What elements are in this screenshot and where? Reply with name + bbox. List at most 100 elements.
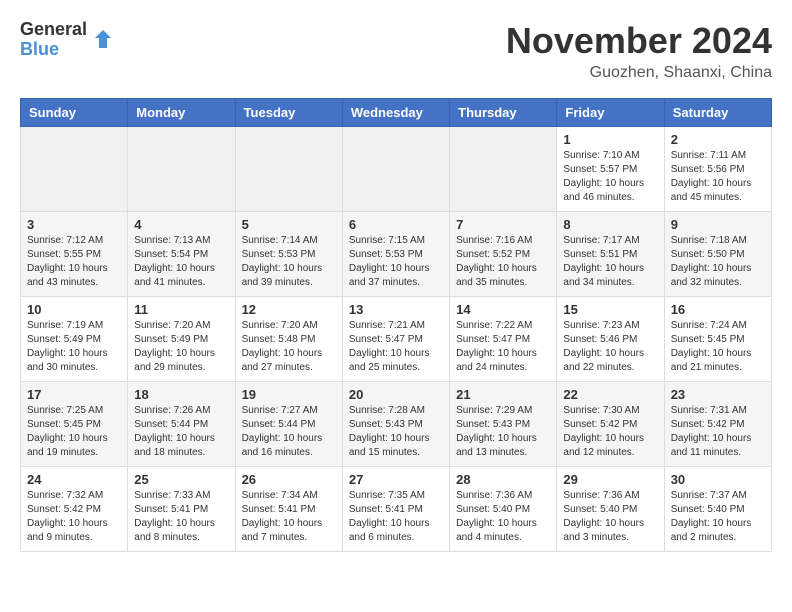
logo-blue-text: Blue: [20, 40, 87, 60]
location-text: Guozhen, Shaanxi, China: [506, 64, 772, 82]
calendar-cell: [450, 127, 557, 212]
calendar-cell: 4Sunrise: 7:13 AM Sunset: 5:54 PM Daylig…: [128, 212, 235, 297]
calendar-cell: 28 Sunrise: 7:36 AM Sunset: 5:40 PM Dayli…: [450, 467, 557, 552]
day-info: Sunrise: 7:10 AM Sunset: 5:57 PM Dayligh…: [563, 149, 657, 205]
day-info: Sunrise: 7:32 AM Sunset: 5:42 PM Dayligh…: [27, 489, 121, 545]
day-info: Sunrise: 7:21 AM Sunset: 5:47 PM Dayligh…: [349, 319, 443, 375]
calendar-cell: 22 Sunrise: 7:30 AM Sunset: 5:42 PM Dayli…: [557, 382, 664, 467]
calendar-cell: 13 Sunrise: 7:21 AM Sunset: 5:47 PM Dayli…: [342, 297, 449, 382]
day-info: Sunrise: 7:36 AM Sunset: 5:40 PM Dayligh…: [563, 489, 657, 545]
day-info: Sunrise: 7:17 AM Sunset: 5:51 PM Dayligh…: [563, 234, 657, 290]
weekday-header-row: SundayMondayTuesdayWednesdayThursdayFrid…: [21, 99, 772, 127]
calendar-cell: 10Sunrise: 7:19 AM Sunset: 5:49 PM Dayli…: [21, 297, 128, 382]
day-number: 25: [134, 472, 228, 487]
day-number: 2: [671, 132, 765, 147]
calendar-cell: 25 Sunrise: 7:33 AM Sunset: 5:41 PM Dayli…: [128, 467, 235, 552]
calendar-cell: 29 Sunrise: 7:36 AM Sunset: 5:40 PM Dayli…: [557, 467, 664, 552]
calendar-table: SundayMondayTuesdayWednesdayThursdayFrid…: [20, 98, 772, 552]
day-info: Sunrise: 7:26 AM Sunset: 5:44 PM Dayligh…: [134, 404, 228, 460]
day-info: Sunrise: 7:20 AM Sunset: 5:48 PM Dayligh…: [242, 319, 336, 375]
day-number: 11: [134, 302, 228, 317]
logo-general-text: General: [20, 20, 87, 40]
day-info: Sunrise: 7:34 AM Sunset: 5:41 PM Dayligh…: [242, 489, 336, 545]
logo-icon: [91, 28, 115, 52]
calendar-cell: [235, 127, 342, 212]
day-number: 5: [242, 217, 336, 232]
day-info: Sunrise: 7:33 AM Sunset: 5:41 PM Dayligh…: [134, 489, 228, 545]
calendar-cell: 6Sunrise: 7:15 AM Sunset: 5:53 PM Daylig…: [342, 212, 449, 297]
day-number: 9: [671, 217, 765, 232]
calendar-cell: 19Sunrise: 7:27 AM Sunset: 5:44 PM Dayli…: [235, 382, 342, 467]
day-number: 21: [456, 387, 550, 402]
day-number: 6: [349, 217, 443, 232]
weekday-header-thursday: Thursday: [450, 99, 557, 127]
day-number: 8: [563, 217, 657, 232]
day-number: 26: [242, 472, 336, 487]
calendar-cell: 17 Sunrise: 7:25 AM Sunset: 5:45 PM Dayli…: [21, 382, 128, 467]
calendar-cell: [342, 127, 449, 212]
day-number: 1: [563, 132, 657, 147]
day-info: Sunrise: 7:28 AM Sunset: 5:43 PM Dayligh…: [349, 404, 443, 460]
day-info: Sunrise: 7:31 AM Sunset: 5:42 PM Dayligh…: [671, 404, 765, 460]
calendar-cell: 8 Sunrise: 7:17 AM Sunset: 5:51 PM Daylig…: [557, 212, 664, 297]
day-number: 28: [456, 472, 550, 487]
calendar-cell: 5 Sunrise: 7:14 AM Sunset: 5:53 PM Daylig…: [235, 212, 342, 297]
weekday-header-sunday: Sunday: [21, 99, 128, 127]
weekday-header-monday: Monday: [128, 99, 235, 127]
day-number: 30: [671, 472, 765, 487]
calendar-cell: [21, 127, 128, 212]
calendar-cell: 3 Sunrise: 7:12 AM Sunset: 5:55 PM Daylig…: [21, 212, 128, 297]
day-info: Sunrise: 7:36 AM Sunset: 5:40 PM Dayligh…: [456, 489, 550, 545]
day-info: Sunrise: 7:14 AM Sunset: 5:53 PM Dayligh…: [242, 234, 336, 290]
day-number: 10: [27, 302, 121, 317]
calendar-cell: 2Sunrise: 7:11 AM Sunset: 5:56 PM Daylig…: [664, 127, 771, 212]
day-number: 17: [27, 387, 121, 402]
title-area: November 2024 Guozhen, Shaanxi, China: [506, 20, 772, 82]
calendar-cell: 27 Sunrise: 7:35 AM Sunset: 5:41 PM Dayli…: [342, 467, 449, 552]
day-info: Sunrise: 7:27 AM Sunset: 5:44 PM Dayligh…: [242, 404, 336, 460]
day-info: Sunrise: 7:24 AM Sunset: 5:45 PM Dayligh…: [671, 319, 765, 375]
calendar-cell: 16 Sunrise: 7:24 AM Sunset: 5:45 PM Dayli…: [664, 297, 771, 382]
calendar-week-row: 17 Sunrise: 7:25 AM Sunset: 5:45 PM Dayli…: [21, 382, 772, 467]
calendar-cell: 15Sunrise: 7:23 AM Sunset: 5:46 PM Dayli…: [557, 297, 664, 382]
day-info: Sunrise: 7:37 AM Sunset: 5:40 PM Dayligh…: [671, 489, 765, 545]
calendar-cell: 26 Sunrise: 7:34 AM Sunset: 5:41 PM Dayli…: [235, 467, 342, 552]
day-number: 24: [27, 472, 121, 487]
weekday-header-friday: Friday: [557, 99, 664, 127]
day-number: 29: [563, 472, 657, 487]
day-info: Sunrise: 7:22 AM Sunset: 5:47 PM Dayligh…: [456, 319, 550, 375]
day-number: 18: [134, 387, 228, 402]
calendar-week-row: 1 Sunrise: 7:10 AM Sunset: 5:57 PM Daylig…: [21, 127, 772, 212]
calendar-cell: 20 Sunrise: 7:28 AM Sunset: 5:43 PM Dayli…: [342, 382, 449, 467]
day-number: 14: [456, 302, 550, 317]
calendar-cell: [128, 127, 235, 212]
calendar-cell: 21 Sunrise: 7:29 AM Sunset: 5:43 PM Dayli…: [450, 382, 557, 467]
day-number: 16: [671, 302, 765, 317]
weekday-header-wednesday: Wednesday: [342, 99, 449, 127]
calendar-cell: 24 Sunrise: 7:32 AM Sunset: 5:42 PM Dayli…: [21, 467, 128, 552]
calendar-cell: 12 Sunrise: 7:20 AM Sunset: 5:48 PM Dayli…: [235, 297, 342, 382]
day-number: 22: [563, 387, 657, 402]
day-number: 3: [27, 217, 121, 232]
day-info: Sunrise: 7:12 AM Sunset: 5:55 PM Dayligh…: [27, 234, 121, 290]
calendar-cell: 7Sunrise: 7:16 AM Sunset: 5:52 PM Daylig…: [450, 212, 557, 297]
day-info: Sunrise: 7:35 AM Sunset: 5:41 PM Dayligh…: [349, 489, 443, 545]
calendar-cell: 30 Sunrise: 7:37 AM Sunset: 5:40 PM Dayli…: [664, 467, 771, 552]
day-info: Sunrise: 7:16 AM Sunset: 5:52 PM Dayligh…: [456, 234, 550, 290]
day-info: Sunrise: 7:29 AM Sunset: 5:43 PM Dayligh…: [456, 404, 550, 460]
calendar-cell: 18 Sunrise: 7:26 AM Sunset: 5:44 PM Dayli…: [128, 382, 235, 467]
day-number: 20: [349, 387, 443, 402]
calendar-week-row: 3 Sunrise: 7:12 AM Sunset: 5:55 PM Daylig…: [21, 212, 772, 297]
page-header: General Blue November 2024 Guozhen, Shaa…: [20, 20, 772, 82]
day-number: 13: [349, 302, 443, 317]
calendar-week-row: 10Sunrise: 7:19 AM Sunset: 5:49 PM Dayli…: [21, 297, 772, 382]
day-number: 12: [242, 302, 336, 317]
day-number: 27: [349, 472, 443, 487]
day-info: Sunrise: 7:30 AM Sunset: 5:42 PM Dayligh…: [563, 404, 657, 460]
calendar-week-row: 24 Sunrise: 7:32 AM Sunset: 5:42 PM Dayli…: [21, 467, 772, 552]
weekday-header-saturday: Saturday: [664, 99, 771, 127]
day-info: Sunrise: 7:25 AM Sunset: 5:45 PM Dayligh…: [27, 404, 121, 460]
calendar-cell: 23Sunrise: 7:31 AM Sunset: 5:42 PM Dayli…: [664, 382, 771, 467]
calendar-cell: 11Sunrise: 7:20 AM Sunset: 5:49 PM Dayli…: [128, 297, 235, 382]
calendar-cell: 9Sunrise: 7:18 AM Sunset: 5:50 PM Daylig…: [664, 212, 771, 297]
